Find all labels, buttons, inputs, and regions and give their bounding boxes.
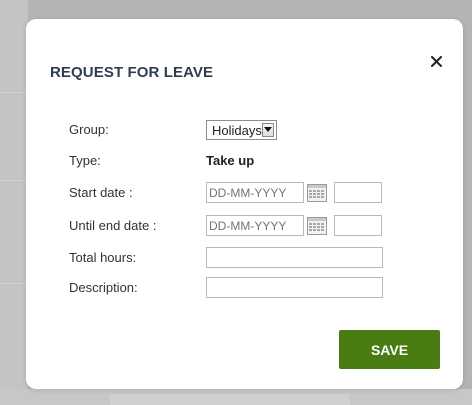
background-sidebar [0,0,28,405]
group-label: Group: [69,122,109,137]
type-row: Type: Take up [69,150,409,172]
calendar-icon[interactable] [307,217,327,235]
type-value: Take up [206,153,255,168]
start-date-input[interactable] [206,182,304,203]
total-hours-row: Total hours: [69,247,409,269]
type-label: Type: [69,153,101,168]
save-button[interactable]: SAVE [339,330,440,369]
dialog-title: REQUEST FOR LEAVE [50,64,214,81]
group-select[interactable]: Holidays [206,120,277,140]
close-icon [430,55,442,67]
end-date-label: Until end date : [69,218,157,233]
calendar-icon[interactable] [307,184,327,202]
description-label: Description: [69,280,138,295]
total-hours-input[interactable] [206,247,383,268]
group-select-value: Holidays [212,122,262,138]
background-divider [0,283,28,284]
chevron-down-icon [261,123,274,137]
start-time-input[interactable] [334,182,382,203]
background-divider [0,92,28,93]
description-input[interactable] [206,277,383,298]
end-date-row: Until end date : [69,215,409,237]
start-date-label: Start date : [69,185,133,200]
background-footer-strip [110,394,350,405]
leave-request-dialog: REQUEST FOR LEAVE Group: Holidays Type: … [26,19,463,389]
start-date-row: Start date : [69,182,409,204]
background-divider [0,180,28,181]
description-row: Description: [69,277,409,299]
group-row: Group: Holidays [69,119,409,141]
total-hours-label: Total hours: [69,250,137,265]
end-date-input[interactable] [206,215,304,236]
close-button[interactable] [427,52,445,70]
end-time-input[interactable] [334,215,382,236]
